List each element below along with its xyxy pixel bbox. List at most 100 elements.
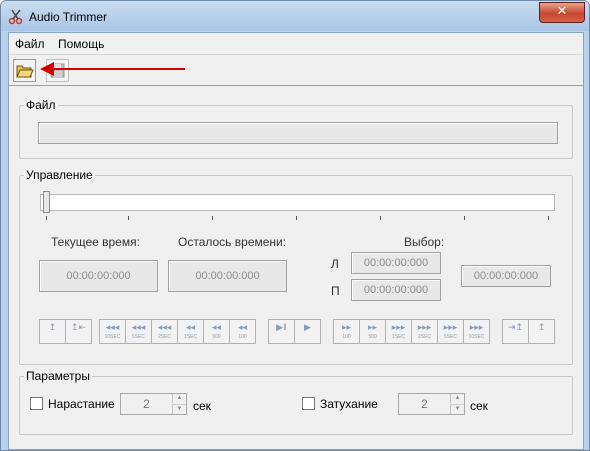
transport-button-icon: ◂◂: [237, 322, 248, 332]
toolbar: [9, 54, 583, 86]
title-bar[interactable]: Audio Trimmer ✕: [1, 1, 589, 31]
annotation-arrow: [40, 62, 185, 76]
transport-button[interactable]: ▸▸ 100: [333, 319, 360, 344]
transport-button-step: 5SEC: [443, 334, 458, 340]
transport-button-icon: ◂◂◂: [157, 322, 172, 332]
slider-tick: [380, 216, 381, 220]
transport-button[interactable]: ◂◂◂ 10SEC: [99, 319, 126, 344]
transport-button-step: 5SEC: [131, 334, 146, 340]
app-window: Audio Trimmer ✕ Файл Помощь Файл Управле…: [0, 0, 590, 451]
transport-button[interactable]: ▸▸▸ 1SEC: [385, 319, 412, 344]
scissors-icon: [8, 9, 23, 25]
fade-out-label: Затухание: [320, 397, 378, 411]
transport-button-icon: ▶: [304, 322, 311, 332]
fade-in-unit: сек: [193, 399, 211, 413]
transport-button-icon: ◂◂◂: [131, 322, 146, 332]
open-button[interactable]: [13, 59, 36, 82]
transport-button-icon: ↥: [48, 322, 57, 332]
transport-button[interactable]: ▶‖: [268, 319, 295, 344]
transport-button-step: 100: [238, 334, 247, 340]
menu-file[interactable]: Файл: [15, 37, 45, 51]
position-slider-track[interactable]: [40, 194, 555, 211]
fade-out-unit: сек: [470, 399, 488, 413]
transport-button-icon: ◂◂◂: [105, 322, 120, 332]
transport-button-step: 1SEC: [183, 334, 198, 340]
slider-tick: [128, 216, 129, 220]
file-path-field[interactable]: [38, 122, 558, 144]
selection-end-field[interactable]: 00:00:00:000: [351, 279, 441, 301]
remaining-time-field: 00:00:00:000: [168, 260, 287, 292]
transport-button[interactable]: ▸▸▸ 10SEC: [463, 319, 490, 344]
transport-button[interactable]: ▸▸ 500: [359, 319, 386, 344]
transport-button-icon: ↥: [537, 322, 546, 332]
close-button[interactable]: ✕: [539, 2, 585, 23]
transport-button[interactable]: ◂◂◂ 5SEC: [125, 319, 152, 344]
transport-button-icon: ↥⇤: [70, 322, 87, 332]
transport-button-icon: ▶‖: [276, 322, 287, 332]
transport-button[interactable]: ⇥↥: [502, 319, 529, 344]
slider-tick: [212, 216, 213, 220]
fade-in-spinner[interactable]: 2 ▲ ▼: [120, 393, 187, 415]
transport-button[interactable]: ◂◂◂ 2SEC: [151, 319, 178, 344]
selection-length-field: 00:00:00:000: [461, 265, 551, 287]
control-group-label: Управление: [24, 168, 95, 182]
slider-tick: [548, 216, 549, 220]
transport-button[interactable]: ▸▸▸ 5SEC: [437, 319, 464, 344]
transport-button[interactable]: ↥: [39, 319, 66, 344]
transport-button[interactable]: ▸▸▸ 2SEC: [411, 319, 438, 344]
transport-button-icon: ▸▸▸: [417, 322, 432, 332]
left-marker-label: Л: [331, 257, 339, 271]
transport-button-step: 2SEC: [417, 334, 432, 340]
fade-out-value: 2: [421, 397, 428, 411]
transport-button[interactable]: ◂◂ 500: [203, 319, 230, 344]
fade-in-checkbox[interactable]: [30, 397, 43, 410]
params-group-label: Параметры: [24, 369, 92, 383]
fade-out-checkbox[interactable]: [302, 397, 315, 410]
file-group-label: Файл: [24, 98, 58, 112]
right-marker-label: П: [331, 284, 340, 298]
transport-button[interactable]: ↥: [528, 319, 555, 344]
current-time-label: Текущее время:: [51, 235, 140, 249]
transport-button-step: 100: [342, 334, 351, 340]
file-group: Файл: [19, 98, 573, 159]
transport-button-icon: ⇥↥: [507, 322, 524, 332]
transport-button-icon: ▸▸: [341, 322, 352, 332]
transport-button-icon: ▸▸▸: [469, 322, 484, 332]
transport-button-icon: ▸▸▸: [391, 322, 406, 332]
transport-button[interactable]: ◂◂ 100: [229, 319, 256, 344]
transport-button-icon: ◂◂: [185, 322, 196, 332]
slider-tick: [464, 216, 465, 220]
slider-tick: [296, 216, 297, 220]
close-icon: ✕: [556, 4, 568, 19]
client-area: Файл Помощь Файл Управление Текущее врем…: [8, 32, 584, 450]
spin-down-icon[interactable]: ▼: [172, 404, 186, 414]
selection-label: Выбор:: [404, 235, 445, 249]
fade-in-label: Нарастание: [48, 397, 115, 411]
transport-button[interactable]: ▶: [294, 319, 321, 344]
transport-button[interactable]: ↥⇤: [65, 319, 92, 344]
spin-up-icon[interactable]: ▲: [172, 394, 186, 403]
slider-tick: [46, 216, 47, 220]
transport-button-icon: ◂◂: [211, 322, 222, 332]
position-slider-thumb[interactable]: [43, 191, 50, 213]
folder-open-icon: [16, 65, 34, 78]
spin-up-icon[interactable]: ▲: [450, 394, 464, 403]
transport-button-icon: ▸▸: [367, 322, 378, 332]
transport-button-step: 1SEC: [391, 334, 406, 340]
transport-button-step: 10SEC: [468, 334, 485, 340]
fade-in-value: 2: [143, 397, 150, 411]
transport-button-step: 10SEC: [104, 334, 121, 340]
menu-bar: Файл Помощь: [9, 33, 583, 53]
transport-button-step: 2SEC: [157, 334, 172, 340]
selection-start-field[interactable]: 00:00:00:000: [351, 252, 441, 274]
menu-help[interactable]: Помощь: [58, 37, 104, 51]
transport-button[interactable]: ◂◂ 1SEC: [177, 319, 204, 344]
current-time-field: 00:00:00:000: [39, 260, 158, 292]
transport-button-step: 500: [368, 334, 377, 340]
spin-down-icon[interactable]: ▼: [450, 404, 464, 414]
window-title: Audio Trimmer: [29, 10, 108, 24]
transport-button-step: 500: [212, 334, 221, 340]
fade-out-spinner[interactable]: 2 ▲ ▼: [398, 393, 465, 415]
transport-button-icon: ▸▸▸: [443, 322, 458, 332]
remaining-time-label: Осталось времени:: [178, 235, 287, 249]
